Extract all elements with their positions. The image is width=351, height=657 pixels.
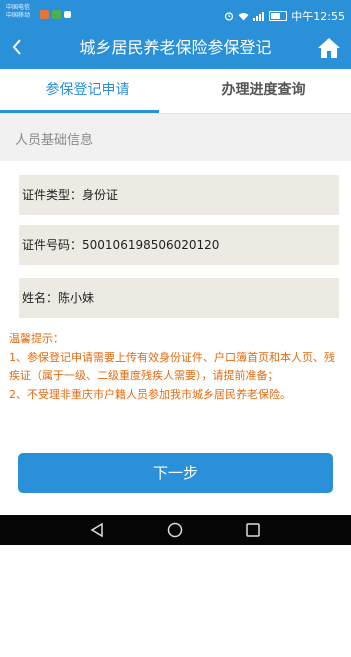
name-field[interactable]: 姓名：陈小妹 [19,278,339,318]
id-number-value: 500106198506020120 [82,238,220,252]
id-number-field[interactable]: 证件号码：500106198506020120 [19,225,339,265]
name-value: 陈小妹 [58,291,95,305]
id-type-field[interactable]: 证件类型：身份证 [19,175,339,215]
tips-item-2: 2、不受理非重庆市户籍人员参加我市城乡居民养老保险。 [9,387,291,401]
tips-block: 温馨提示： 1、参保登记申请需要上传有效身份证件、户口簿首页和本人页、残疾证（属… [9,330,345,404]
tab-bar: 参保登记申请 办理进度查询 [0,69,351,114]
active-tab-indicator [0,110,159,113]
id-number-label: 证件号码： [22,238,83,252]
page-title: 城乡居民养老保险参保登记 [79,38,272,57]
signal-icon [253,11,265,21]
status-indicators: 中午12:55 [224,8,345,24]
tips-title: 温馨提示： [9,332,64,345]
home-icon[interactable] [317,36,341,60]
system-nav-bar [0,515,351,545]
app-notification-icon [40,10,49,19]
nav-back-icon[interactable] [89,522,105,538]
nav-home-icon[interactable] [167,522,183,538]
tab-progress-query[interactable]: 办理进度查询 [176,69,351,113]
next-button[interactable]: 下一步 [18,453,333,493]
id-type-label: 证件类型： [22,188,83,202]
tab-apply[interactable]: 参保登记申请 [0,69,175,113]
nav-recents-icon[interactable] [245,522,261,538]
section-title: 人员基础信息 [15,133,94,148]
status-time: 中午12:55 [291,10,345,23]
carrier-info: 中国电信 中国移动 [6,4,30,20]
status-bar: 中国电信 中国移动 中午12:55 [0,0,351,30]
alarm-icon [225,12,234,21]
screenshot-notification-icon [64,11,71,18]
section-header: 人员基础信息 [0,114,351,161]
battery-icon [269,11,288,21]
chat-notification-icon [52,10,61,19]
name-label: 姓名： [22,291,59,305]
notification-icons [40,10,71,19]
tips-item-1: 1、参保登记申请需要上传有效身份证件、户口簿首页和本人页、残疾证（属于一级、二级… [9,350,335,383]
id-type-value: 身份证 [82,188,119,202]
app-header: 城乡居民养老保险参保登记 [0,30,351,69]
wifi-icon [238,12,249,20]
carrier-name-2: 中国移动 [6,12,31,19]
carrier-name-1: 中国电信 [6,4,31,11]
